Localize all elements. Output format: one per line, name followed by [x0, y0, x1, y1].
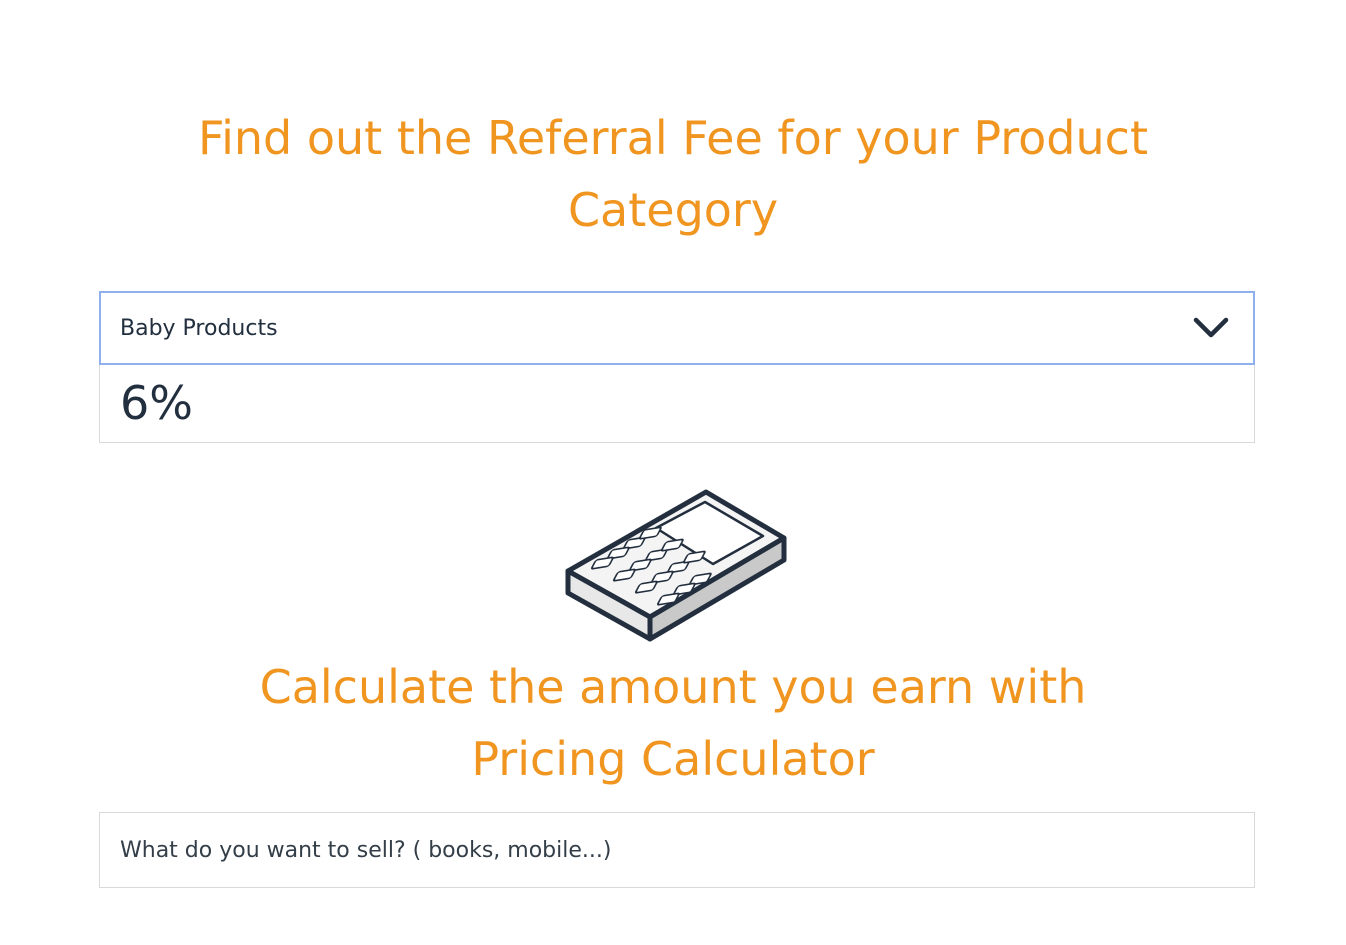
selected-category: Baby Products: [120, 315, 278, 341]
referral-fee-page: Find out the Referral Fee for your Produ…: [0, 0, 1346, 945]
referral-fee-heading: Find out the Referral Fee for your Produ…: [0, 102, 1346, 246]
chevron-down-icon[interactable]: [1193, 310, 1229, 346]
product-search-box[interactable]: [99, 812, 1255, 888]
pricing-calculator-heading: Calculate the amount you earn with Prici…: [0, 651, 1346, 795]
referral-fee-result: 6%: [99, 365, 1255, 443]
calculator-icon: [560, 484, 792, 648]
referral-fee-value: 6%: [120, 376, 193, 430]
pricing-calculator-heading-line1: Calculate the amount you earn with: [259, 660, 1087, 714]
referral-fee-heading-line1: Find out the Referral Fee for your Produ…: [198, 111, 1148, 165]
referral-fee-heading-line2: Category: [567, 183, 779, 237]
pricing-calculator-heading-line2: Pricing Calculator: [471, 732, 875, 786]
category-dropdown[interactable]: Baby Products: [99, 291, 1255, 365]
product-search-input[interactable]: [120, 837, 1234, 863]
